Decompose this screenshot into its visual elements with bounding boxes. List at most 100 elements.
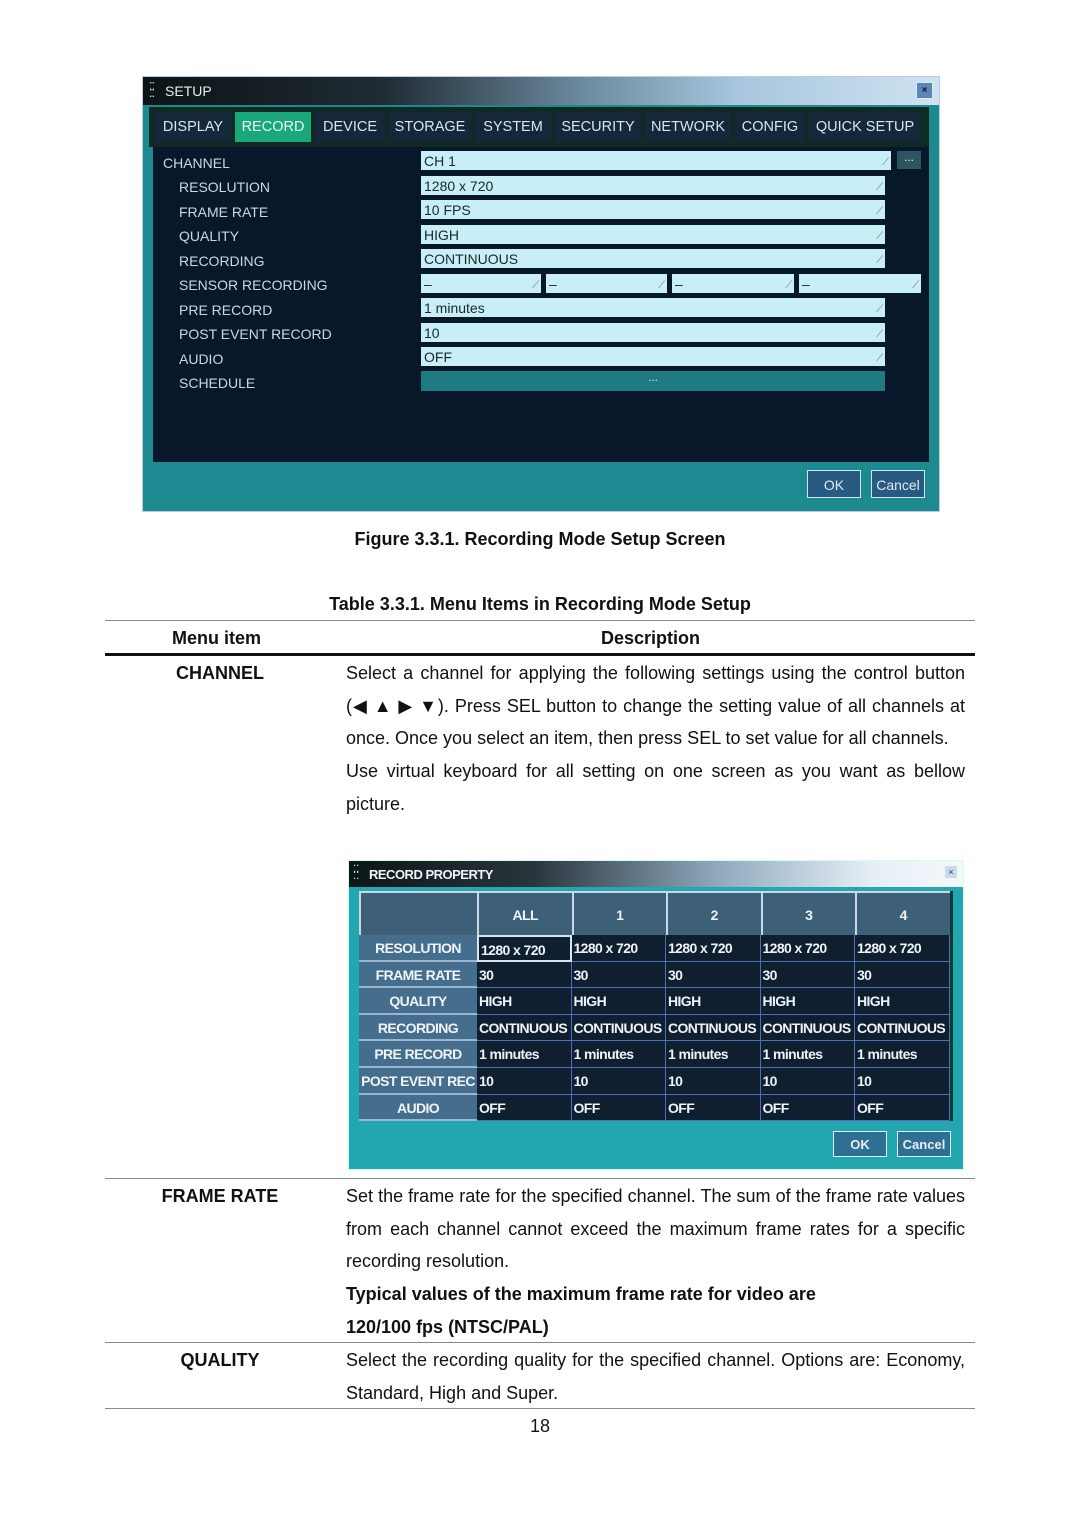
grid-value-cell[interactable]: 10 <box>855 1068 950 1095</box>
grid-value-cell[interactable]: 1 minutes <box>571 1041 666 1068</box>
dropdown-icon: ⁄ <box>879 352 881 364</box>
grid-value-cell[interactable]: 10 <box>571 1068 666 1095</box>
grid-value-cell[interactable]: 1 minutes <box>760 1041 855 1068</box>
resolution-select[interactable]: 1280 x 720 ⁄ <box>421 176 885 195</box>
setup-tab-bar: DISPLAY RECORD DEVICE STORAGE SYSTEM SEC… <box>149 107 929 147</box>
grid-value-cell[interactable]: OFF <box>666 1094 761 1122</box>
column-header-ch3[interactable]: 3 <box>760 891 855 935</box>
tab-storage[interactable]: STORAGE <box>389 112 471 142</box>
tab-record[interactable]: RECORD <box>235 112 311 142</box>
audio-select[interactable]: OFF ⁄ <box>421 347 885 366</box>
grid-value-cell[interactable]: 1280 x 720 <box>477 935 572 962</box>
quality-label: QUALITY <box>179 228 239 244</box>
tab-security[interactable]: SECURITY <box>555 112 641 142</box>
grid-value-cell[interactable]: 1280 x 720 <box>855 935 950 962</box>
channel-description: Select a channel for applying the follow… <box>346 657 965 821</box>
grid-corner-cell <box>359 891 477 935</box>
frame-rate-select[interactable]: 10 FPS ⁄ <box>421 200 885 219</box>
tab-system[interactable]: SYSTEM <box>475 112 551 142</box>
row-label-post-event-rec: POST EVENT REC <box>359 1068 477 1095</box>
grid-value-cell[interactable]: CONTINUOUS <box>760 1014 855 1042</box>
header-menu-item: Menu item <box>172 628 262 648</box>
sensor-recording-select-1[interactable]: – ⁄ <box>421 274 541 293</box>
grid-value-cell[interactable]: HIGH <box>760 988 855 1015</box>
dropdown-icon: ⁄ <box>788 279 790 291</box>
channel-more-button[interactable]: ... <box>897 151 921 169</box>
channel-label: CHANNEL <box>163 155 230 171</box>
grid-value-cell[interactable]: HIGH <box>571 988 666 1015</box>
frame-rate-description-p1: Set the frame rate for the specified cha… <box>346 1186 965 1272</box>
channel-select[interactable]: CH 1 ⁄ <box>421 151 891 170</box>
audio-label: AUDIO <box>179 351 224 367</box>
column-header-ch4[interactable]: 4 <box>855 891 950 935</box>
record-property-window: ⁚⁚ ⁚⁚ RECORD PROPERTY × ALL 1 2 3 4 RESOLUTION… <box>348 860 964 1170</box>
record-property-title: RECORD PROPERTY <box>369 867 493 882</box>
pre-record-value: 1 minutes <box>424 300 485 316</box>
grid-value-cell[interactable]: 1280 x 720 <box>666 935 761 962</box>
close-icon[interactable]: × <box>945 866 957 878</box>
grid-value-cell[interactable]: 1 minutes <box>477 1041 572 1068</box>
grid-value-cell[interactable]: HIGH <box>477 988 572 1015</box>
grid-value-cell[interactable]: OFF <box>477 1094 572 1122</box>
frame-rate-note-line2: 120/100 fps (NTSC/PAL) <box>346 1316 549 1337</box>
pre-record-select[interactable]: 1 minutes ⁄ <box>421 298 885 317</box>
grid-value-cell[interactable]: 30 <box>760 961 855 989</box>
ok-button[interactable]: OK <box>807 470 861 498</box>
grid-value-cell[interactable]: 10 <box>760 1068 855 1095</box>
resolution-label: RESOLUTION <box>179 179 271 195</box>
schedule-button[interactable]: ... <box>421 371 885 391</box>
tab-quick-setup[interactable]: QUICK SETUP <box>809 112 921 142</box>
dropdown-icon: ⁄ <box>879 254 881 266</box>
row-label-audio: AUDIO <box>359 1094 477 1122</box>
row-label-frame-rate: FRAME RATE <box>359 961 477 989</box>
grid-value-cell[interactable]: CONTINUOUS <box>855 1014 950 1042</box>
sensor-recording-select-2[interactable]: – ⁄ <box>546 274 667 293</box>
grid-value-cell[interactable]: 1 minutes <box>855 1041 950 1068</box>
grid-value-cell[interactable]: 10 <box>666 1068 761 1095</box>
column-header-ch2[interactable]: 2 <box>666 891 761 935</box>
grid-value-cell[interactable]: CONTINUOUS <box>666 1014 761 1042</box>
grid-value-cell[interactable]: HIGH <box>666 988 761 1015</box>
grid-value-cell[interactable]: HIGH <box>855 988 950 1015</box>
rp-ok-button[interactable]: OK <box>833 1131 887 1157</box>
figure-caption: Figure 3.3.1. Recording Mode Setup Scree… <box>354 529 726 549</box>
column-header-all[interactable]: ALL <box>477 891 572 935</box>
grid-value-cell[interactable]: CONTINUOUS <box>477 1014 572 1042</box>
sensor-recording-select-4[interactable]: – ⁄ <box>799 274 921 293</box>
rp-cancel-button[interactable]: Cancel <box>897 1131 951 1157</box>
frame-rate-value: 10 FPS <box>424 202 471 218</box>
row-rule <box>105 1178 975 1179</box>
column-header-ch1[interactable]: 1 <box>571 891 666 935</box>
tab-network[interactable]: NETWORK <box>645 112 731 142</box>
quality-description: Select the recording quality for the spe… <box>346 1344 965 1409</box>
frame-rate-description: Set the frame rate for the specified cha… <box>346 1180 965 1344</box>
row-item-channel: CHANNEL <box>176 663 264 683</box>
row-label-pre-record: PRE RECORD <box>359 1041 477 1068</box>
tab-config[interactable]: CONFIG <box>735 112 805 142</box>
tab-device[interactable]: DEVICE <box>315 112 385 142</box>
post-event-record-select[interactable]: 10 ⁄ <box>421 323 885 342</box>
grid-value-cell[interactable]: OFF <box>855 1094 950 1122</box>
quality-value: HIGH <box>424 227 459 243</box>
grid-value-cell[interactable]: 30 <box>855 961 950 989</box>
grid-value-cell[interactable]: 30 <box>477 961 572 989</box>
dropdown-icon: ⁄ <box>879 303 881 315</box>
quality-select[interactable]: HIGH ⁄ <box>421 225 885 244</box>
close-icon[interactable]: × <box>916 82 933 99</box>
tab-display[interactable]: DISPLAY <box>155 112 231 142</box>
channel-value: CH 1 <box>424 153 456 169</box>
grid-value-cell[interactable]: 30 <box>571 961 666 989</box>
grid-value-cell[interactable]: CONTINUOUS <box>571 1014 666 1042</box>
grid-value-cell[interactable]: 1280 x 720 <box>571 935 666 962</box>
grid-value-cell[interactable]: 30 <box>666 961 761 989</box>
grid-value-cell[interactable]: 10 <box>477 1068 572 1095</box>
grid-value-cell[interactable]: OFF <box>760 1094 855 1122</box>
grid-value-cell[interactable]: OFF <box>571 1094 666 1122</box>
sensor-recording-select-3[interactable]: – ⁄ <box>672 274 794 293</box>
grid-value-cell[interactable]: 1280 x 720 <box>760 935 855 962</box>
recording-select[interactable]: CONTINUOUS ⁄ <box>421 249 885 268</box>
sensor-recording-value: – <box>802 276 810 292</box>
cancel-button[interactable]: Cancel <box>871 470 925 498</box>
record-settings-panel: CHANNEL RESOLUTION FRAME RATE QUALITY RE… <box>153 147 929 462</box>
grid-value-cell[interactable]: 1 minutes <box>666 1041 761 1068</box>
